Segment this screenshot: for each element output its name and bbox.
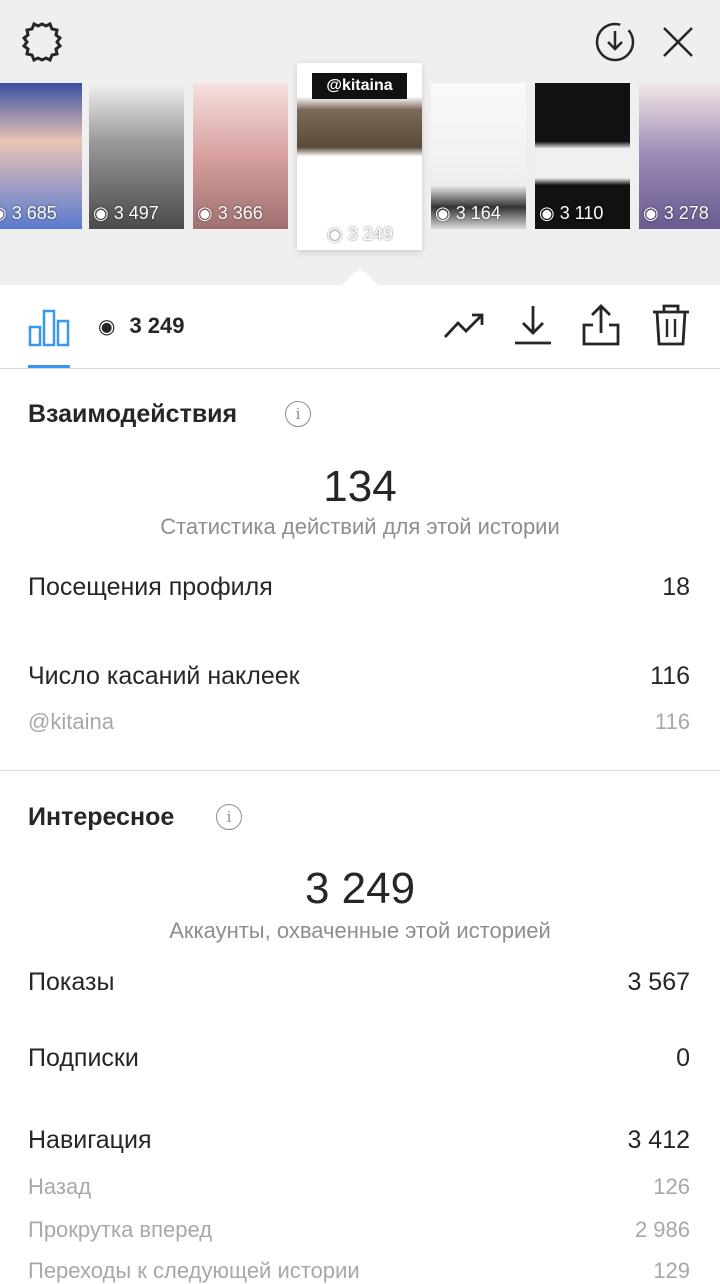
trending-icon[interactable]	[442, 303, 486, 347]
stat-value: 126	[653, 1174, 690, 1199]
stat-row: Навигация 3 412	[28, 1126, 690, 1155]
share-icon[interactable]	[580, 303, 622, 347]
section-divider	[0, 770, 720, 771]
stat-subrow: Прокрутка вперед 2 986	[28, 1217, 690, 1243]
mention-sticker: @kitaina	[312, 73, 407, 99]
stat-subrow: Переходы к следующей истории 129	[28, 1258, 690, 1284]
discovery-total: 3 249	[304, 864, 416, 913]
stat-label: Посещения профиля	[28, 573, 273, 601]
story-thumbnail-strip: ◉ 3 685 ◉ 3 497 ◉ 3 366 @kitaina ◉ 3 249…	[0, 63, 720, 253]
story-thumbnail[interactable]: ◉ 3 278	[639, 83, 720, 229]
view-count: ◉ 3 366	[197, 203, 263, 223]
story-thumbnail[interactable]: ◉ 3 366	[193, 83, 288, 229]
gear-icon[interactable]	[20, 20, 64, 64]
download-icon[interactable]	[512, 303, 554, 347]
stat-row: Посещения профиля 18	[28, 573, 690, 602]
stat-label: Навигация	[28, 1126, 152, 1154]
view-count: ◉ 3 497	[93, 203, 159, 223]
info-icon[interactable]: i	[216, 804, 242, 830]
story-thumbnail[interactable]: ◉ 3 110	[535, 83, 630, 229]
selected-story-pointer	[342, 268, 378, 285]
stat-label: Переходы к следующей истории	[28, 1258, 360, 1283]
discovery-title: Интересное	[28, 803, 175, 831]
story-thumbnail[interactable]: ◉ 3 164	[431, 83, 526, 229]
stat-label: Подписки	[28, 1044, 139, 1072]
stat-subrow: Назад 126	[28, 1174, 690, 1200]
views-count: ◉ 3 249	[98, 313, 185, 339]
stat-value: 2 986	[634, 1217, 690, 1242]
stat-label: @kitaina	[28, 709, 114, 734]
close-icon[interactable]	[660, 24, 696, 60]
stat-value: 116	[650, 662, 690, 690]
stat-subrow: @kitaina 116	[28, 709, 690, 735]
active-tab-indicator	[28, 365, 70, 368]
stat-value: 0	[676, 1044, 690, 1072]
story-thumbnail-selected[interactable]: @kitaina ◉ 3 249	[297, 63, 422, 250]
view-count: ◉ 3 249	[327, 224, 393, 244]
interactions-caption: Статистика действий для этой истории	[160, 514, 560, 539]
download-circle-icon[interactable]	[594, 21, 636, 63]
info-icon[interactable]: i	[285, 401, 311, 427]
stat-row: Число касаний наклеек 116	[28, 662, 690, 691]
stat-row: Подписки 0	[28, 1044, 690, 1073]
stat-value: 129	[653, 1258, 690, 1283]
stat-label: Показы	[28, 968, 115, 996]
story-thumbnail[interactable]: ◉ 3 497	[89, 83, 184, 229]
view-count: ◉ 3 110	[539, 203, 604, 223]
stat-value: 18	[662, 573, 690, 601]
view-count: ◉ 3 685	[0, 203, 57, 223]
eye-icon: ◉	[98, 315, 116, 338]
view-count: ◉ 3 164	[435, 203, 501, 223]
stat-label: Число касаний наклеек	[28, 662, 300, 690]
interactions-total: 134	[323, 462, 397, 511]
bar-chart-icon[interactable]	[28, 305, 70, 347]
trash-icon[interactable]	[650, 303, 692, 347]
stat-label: Прокрутка вперед	[28, 1217, 213, 1242]
stat-value: 116	[654, 709, 690, 734]
views-value: 3 249	[129, 313, 185, 338]
stat-label: Назад	[28, 1174, 92, 1199]
view-count: ◉ 3 278	[643, 203, 709, 223]
stat-row: Показы 3 567	[28, 968, 690, 997]
stat-value: 3 412	[627, 1126, 690, 1154]
stat-value: 3 567	[627, 968, 690, 996]
interactions-title: Взаимодействия	[28, 400, 238, 428]
discovery-caption: Аккаунты, охваченные этой историей	[169, 918, 551, 943]
story-thumbnail[interactable]: ◉ 3 685	[0, 83, 82, 229]
